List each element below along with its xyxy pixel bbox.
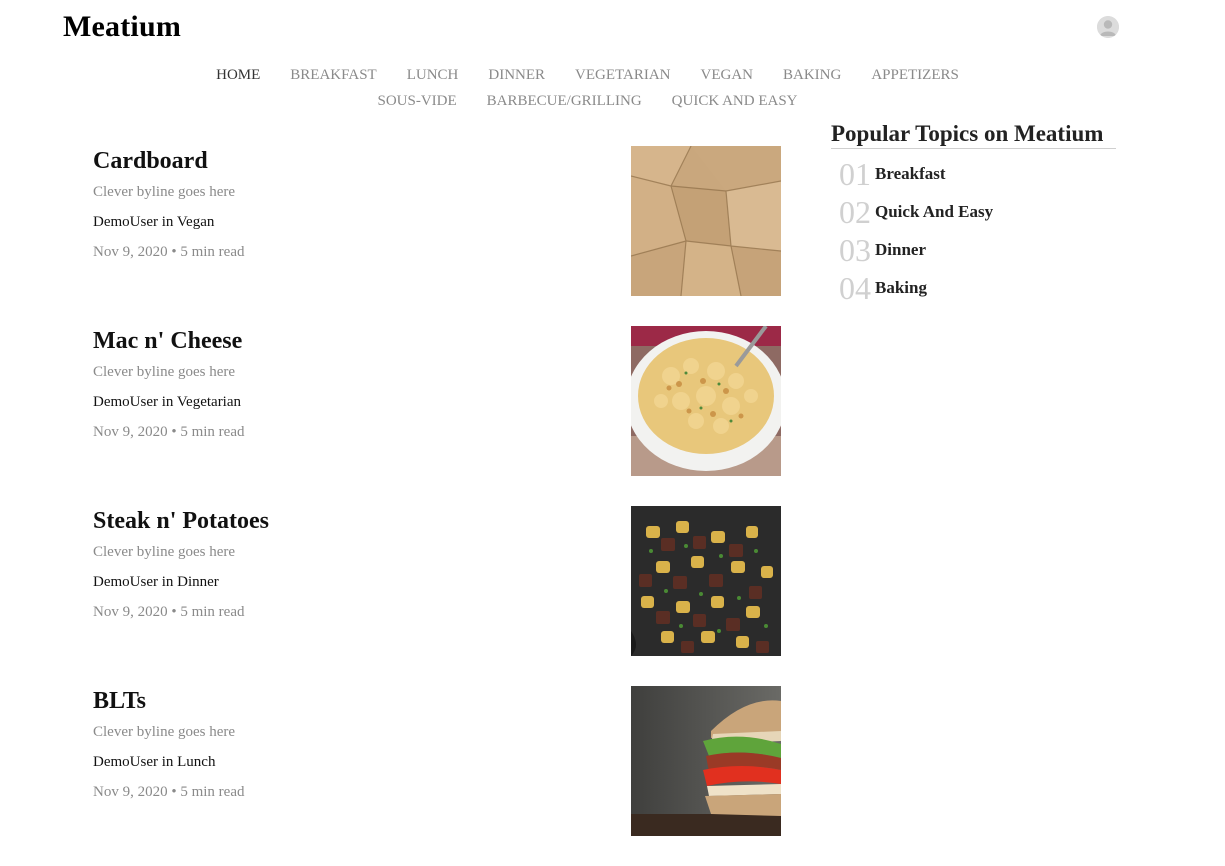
nav-vegetarian[interactable]: VEGETARIAN <box>575 62 670 88</box>
article-title[interactable]: Mac n' Cheese <box>93 326 242 356</box>
article-meta: Nov 9, 2020 • 5 min read <box>93 604 245 620</box>
topic-rank: 03 <box>839 232 871 268</box>
nav-quick-and-easy[interactable]: QUICK AND EASY <box>672 88 798 114</box>
steak-and-potatoes-image[interactable] <box>631 506 781 656</box>
article-meta: Nov 9, 2020 • 5 min read <box>93 244 245 260</box>
article-byline: Clever byline goes here <box>93 544 236 560</box>
article-byline: Clever byline goes here <box>93 184 236 200</box>
user-avatar-icon[interactable] <box>1097 16 1119 38</box>
popular-topic-item[interactable]: 01 Breakfast <box>831 155 1116 193</box>
topic-name[interactable]: Breakfast <box>875 164 946 184</box>
article-title[interactable]: Steak n' Potatoes <box>93 506 269 536</box>
article-byline: Clever byline goes here <box>93 724 236 740</box>
popular-topic-item[interactable]: 03 Dinner <box>831 231 1116 269</box>
nav-appetizers[interactable]: APPETIZERS <box>871 62 959 88</box>
topic-name[interactable]: Baking <box>875 278 927 298</box>
article-title[interactable]: Cardboard <box>93 146 208 176</box>
article-author-category[interactable]: DemoUser in Lunch <box>93 754 215 771</box>
topic-name[interactable]: Dinner <box>875 240 926 260</box>
nav-breakfast[interactable]: BREAKFAST <box>290 62 376 88</box>
article-byline: Clever byline goes here <box>93 364 236 380</box>
popular-topic-item[interactable]: 02 Quick And Easy <box>831 193 1116 231</box>
popular-topic-item[interactable]: 04 Baking <box>831 269 1116 307</box>
nav-row-1: HOME BREAKFAST LUNCH DINNER VEGETARIAN V… <box>160 62 1015 88</box>
nav-vegan[interactable]: VEGAN <box>701 62 754 88</box>
article-author-category[interactable]: DemoUser in Vegetarian <box>93 394 241 411</box>
nav-home[interactable]: HOME <box>216 62 260 88</box>
category-nav: HOME BREAKFAST LUNCH DINNER VEGETARIAN V… <box>160 62 1015 114</box>
topic-rank: 04 <box>839 270 871 306</box>
nav-sous-vide[interactable]: SOUS-VIDE <box>377 88 456 114</box>
cardboard-image[interactable] <box>631 146 781 296</box>
nav-baking[interactable]: BAKING <box>783 62 841 88</box>
article-title[interactable]: BLTs <box>93 686 146 716</box>
topic-rank: 02 <box>839 194 871 230</box>
blt-sandwich-image[interactable] <box>631 686 781 836</box>
nav-barbecue-grilling[interactable]: BARBECUE/GRILLING <box>487 88 642 114</box>
article-card: BLTs Clever byline goes here DemoUser in… <box>93 686 783 836</box>
page: Meatium HOME BREAKFAST LUNCH DINNER VEGE… <box>0 0 1225 866</box>
article-card: Cardboard Clever byline goes here DemoUs… <box>93 146 783 296</box>
popular-topics-title: Popular Topics on Meatium <box>831 120 1116 149</box>
topic-name[interactable]: Quick And Easy <box>875 202 993 222</box>
article-meta: Nov 9, 2020 • 5 min read <box>93 784 245 800</box>
site-logo[interactable]: Meatium <box>63 10 181 44</box>
topic-rank: 01 <box>839 156 871 192</box>
article-card: Steak n' Potatoes Clever byline goes her… <box>93 506 783 656</box>
popular-topics: Popular Topics on Meatium 01 Breakfast 0… <box>831 120 1116 307</box>
nav-dinner[interactable]: DINNER <box>488 62 545 88</box>
article-author-category[interactable]: DemoUser in Vegan <box>93 214 214 231</box>
nav-lunch[interactable]: LUNCH <box>407 62 459 88</box>
article-meta: Nov 9, 2020 • 5 min read <box>93 424 245 440</box>
mac-and-cheese-image[interactable] <box>631 326 781 476</box>
article-author-category[interactable]: DemoUser in Dinner <box>93 574 219 591</box>
article-card: Mac n' Cheese Clever byline goes here De… <box>93 326 783 476</box>
nav-row-2: SOUS-VIDE BARBECUE/GRILLING QUICK AND EA… <box>160 88 1015 114</box>
